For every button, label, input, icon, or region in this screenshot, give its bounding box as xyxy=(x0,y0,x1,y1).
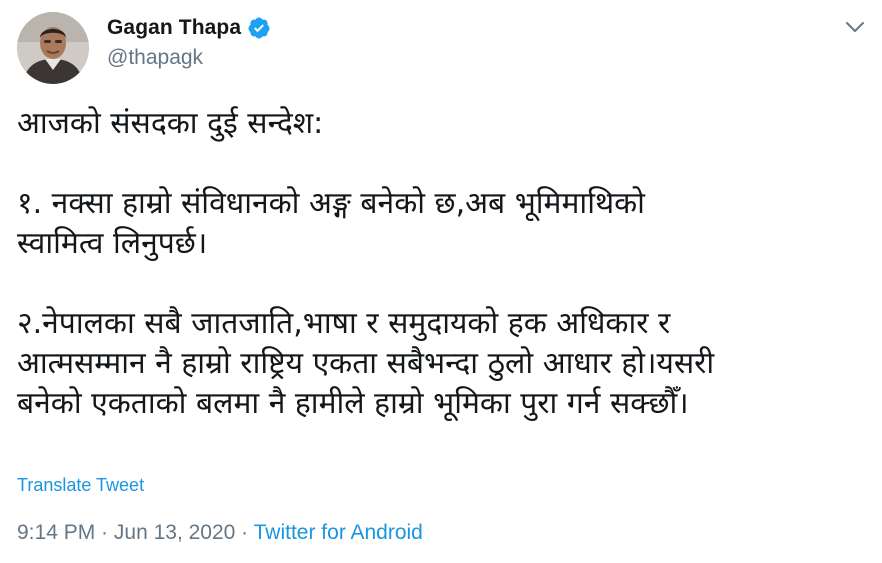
avatar[interactable] xyxy=(17,12,89,84)
translate-tweet-link[interactable]: Translate Tweet xyxy=(17,475,144,496)
tweet-text-line: २.नेपालका सबै जातजाति,भाषा र समुदायको हक… xyxy=(17,306,671,341)
chevron-down-icon xyxy=(846,22,864,32)
author-handle[interactable]: @thapagk xyxy=(107,46,203,70)
tweet-text-line: आत्मसम्मान नै हाम्रो राष्ट्रिय एकता सबैभ… xyxy=(17,346,715,381)
meta-separator: · xyxy=(95,521,114,544)
tweet-menu-button[interactable] xyxy=(842,14,868,40)
tweet-date[interactable]: Jun 13, 2020 xyxy=(114,521,235,544)
tweet-metadata: 9:14 PM · Jun 13, 2020 · Twitter for And… xyxy=(17,521,423,545)
avatar-photo xyxy=(17,12,89,84)
tweet-text-line: आजको संसदका दुई सन्देश: xyxy=(17,106,324,141)
author-display-name[interactable]: Gagan Thapa xyxy=(107,16,241,40)
tweet-text: आजको संसदका दुई सन्देश: १. नक्सा हाम्रो … xyxy=(17,104,867,424)
verified-badge-icon xyxy=(247,16,271,40)
tweet-card: Gagan Thapa @thapagk आजको संसदका दुई सन्… xyxy=(0,0,882,563)
meta-separator: · xyxy=(235,521,254,544)
tweet-text-line: स्वामित्व लिनुपर्छ। xyxy=(17,226,208,261)
tweet-source-link[interactable]: Twitter for Android xyxy=(254,521,423,544)
author-name-row: Gagan Thapa xyxy=(107,16,271,40)
tweet-time[interactable]: 9:14 PM xyxy=(17,521,95,544)
tweet-text-line: बनेको एकताको बलमा नै हामीले हाम्रो भूमिक… xyxy=(17,386,689,421)
tweet-text-line: १. नक्सा हाम्रो संविधानको अङ्ग बनेको छ,अ… xyxy=(17,186,645,221)
